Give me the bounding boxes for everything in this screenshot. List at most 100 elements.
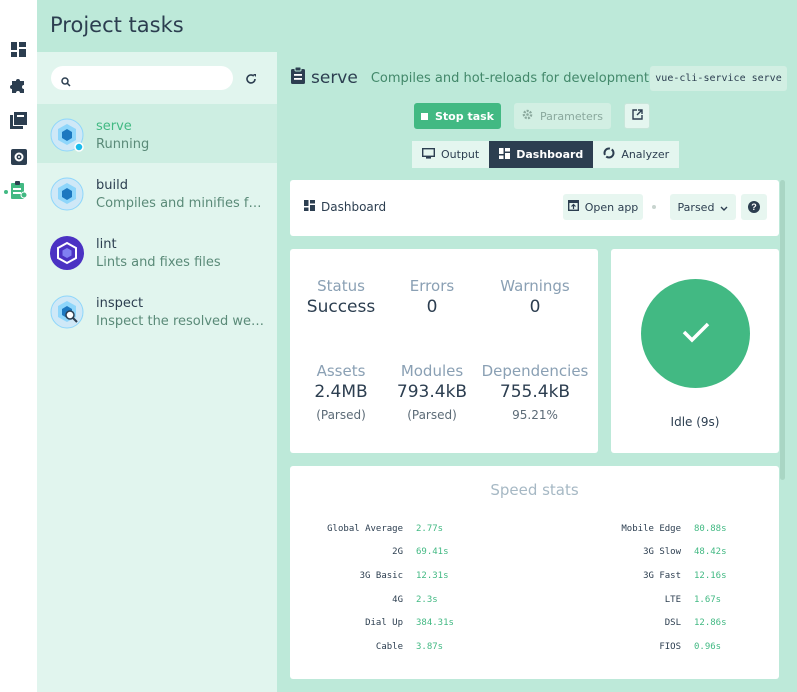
stat-label: Assets (316, 362, 366, 380)
speed-value: 3.87s (416, 642, 444, 652)
stat-label: Modules (400, 362, 464, 380)
speed-value: 69.41s (416, 547, 449, 557)
dependencies-icon[interactable] (9, 111, 28, 130)
dashboard-heading: Dashboard (304, 200, 386, 214)
status-indicator (641, 279, 750, 388)
stat-value: 755.4kB (499, 382, 571, 402)
open-app-button[interactable]: Open app (563, 194, 643, 220)
speed-label: DSL (664, 618, 681, 628)
page-title: Project tasks (50, 13, 184, 37)
open-in-new-icon (567, 199, 579, 214)
parameters-button[interactable]: Parameters (514, 103, 611, 129)
speed-label: 2G (392, 547, 403, 557)
speed-stats-title: Speed stats (490, 481, 579, 499)
speed-label: FIOS (659, 642, 681, 652)
check-icon (681, 320, 711, 348)
speed-label: 3G Slow (643, 547, 681, 557)
stat-label: Warnings (500, 277, 570, 295)
size-mode-select[interactable]: Parsed (670, 194, 736, 220)
webpack-icon (50, 177, 84, 211)
size-mode-value: Parsed (677, 200, 715, 214)
task-title: serve (311, 67, 358, 88)
eslint-icon (50, 236, 84, 270)
speed-value: 12.16s (694, 571, 727, 581)
task-desc: Inspect the resolved webpack config (96, 314, 266, 329)
donut-chart-icon (603, 147, 615, 162)
configuration-icon[interactable] (9, 147, 28, 166)
dashboard-icon[interactable] (9, 40, 28, 59)
task-description: Compiles and hot-reloads for development (370, 71, 649, 86)
task-name: serve (96, 119, 132, 134)
page-header: Project tasks (37, 0, 797, 52)
build-stats-card: Status Success Errors 0 Warnings 0 Asset… (290, 249, 598, 453)
open-external-button[interactable] (624, 103, 650, 129)
tab-dashboard[interactable]: Dashboard (489, 141, 594, 168)
task-item-inspect[interactable]: inspect Inspect the resolved webpack con… (37, 281, 277, 340)
task-item-build[interactable]: build Compiles and minifies for producti… (37, 163, 277, 222)
svg-text:?: ? (751, 202, 757, 212)
stat-status: Status Success (291, 277, 391, 317)
speed-label: LTE (664, 595, 681, 605)
speed-label: Dial Up (365, 618, 403, 628)
task-header: serve Compiles and hot-reloads for devel… (291, 66, 649, 88)
dashboard-toolbar: Dashboard Open app Parsed ? (290, 180, 779, 236)
tab-analyzer-label: Analyzer (621, 148, 670, 161)
task-name: inspect (96, 296, 144, 311)
dashboard-icon (499, 147, 511, 162)
stop-icon (421, 110, 428, 123)
help-button[interactable]: ? (741, 194, 767, 220)
active-indicator (4, 190, 8, 194)
external-link-icon (631, 109, 643, 123)
tasks-icon[interactable] (9, 181, 28, 200)
task-detail-pane: serve Compiles and hot-reloads for devel… (277, 52, 797, 692)
stat-value: 0 (426, 297, 438, 317)
task-item-serve[interactable]: serve Running (37, 104, 277, 163)
tab-output[interactable]: Output (412, 141, 490, 168)
view-tabs: Output Dashboard Analyzer (412, 141, 680, 168)
stop-task-label: Stop task (435, 109, 494, 123)
stat-value: 793.4kB (396, 382, 468, 402)
inspect-icon (50, 295, 84, 329)
speed-value: 384.31s (416, 618, 454, 628)
speed-value: 12.86s (694, 618, 727, 628)
webpack-icon (50, 118, 84, 152)
stat-warnings: Warnings 0 (485, 277, 585, 317)
clipboard-icon (291, 66, 305, 88)
speed-value: 0.96s (694, 642, 722, 652)
speed-label: Cable (375, 642, 403, 652)
stat-assets: Assets 2.4MB (Parsed) (291, 362, 391, 422)
speed-value: 2.77s (416, 524, 444, 534)
task-item-lint[interactable]: lint Lints and fixes files (37, 222, 277, 281)
help-icon: ? (748, 198, 760, 217)
command-badge: vue-cli-service serve (650, 66, 787, 91)
stat-value: Success (306, 297, 376, 317)
tab-analyzer[interactable]: Analyzer (593, 141, 680, 168)
stop-task-button[interactable]: Stop task (414, 103, 501, 129)
scrollbar[interactable] (780, 180, 785, 480)
task-name: lint (96, 237, 117, 252)
stat-label: Dependencies (481, 362, 589, 380)
speed-label: 3G Fast (643, 571, 681, 581)
stat-sub: (Parsed) (316, 408, 366, 422)
search-input[interactable] (51, 66, 233, 90)
refresh-icon[interactable] (245, 70, 257, 89)
stat-value: 2.4MB (314, 382, 368, 402)
speed-label: 4G (392, 595, 403, 605)
speed-label: Global Average (327, 524, 403, 534)
parameters-label: Parameters (540, 109, 603, 123)
stat-dependencies: Dependencies 755.4kB 95.21% (479, 362, 591, 422)
gear-icon (522, 109, 533, 123)
search-icon (61, 72, 71, 91)
separator-dot (652, 205, 656, 209)
task-desc: Running (96, 137, 150, 152)
dashboard-title: Dashboard (321, 200, 387, 214)
chevron-down-icon (720, 201, 728, 214)
stat-label: Errors (409, 277, 455, 295)
plugins-icon[interactable] (9, 76, 28, 95)
stat-errors: Errors 0 (382, 277, 482, 317)
stat-sub: 95.21% (512, 408, 558, 422)
speed-value: 1.67s (694, 595, 722, 605)
tab-output-label: Output (441, 148, 480, 161)
stat-label: Status (317, 277, 365, 295)
status-card: Idle (9s) (611, 249, 779, 453)
